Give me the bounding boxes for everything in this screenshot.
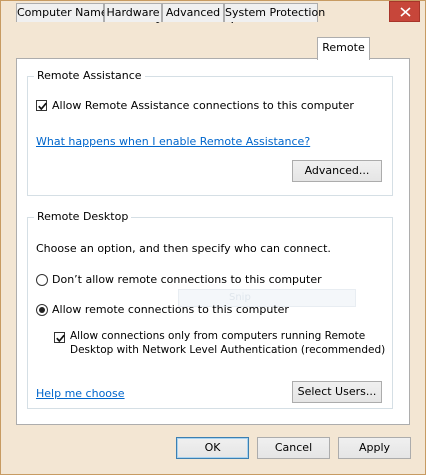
apply-button[interactable]: Apply [338, 437, 411, 459]
remote-assistance-group: Remote Assistance Allow Remote Assistanc… [27, 69, 393, 196]
remote-desktop-group: Remote Desktop Choose an option, and the… [27, 210, 393, 409]
checkmark-icon [38, 102, 47, 111]
help-me-choose-link[interactable]: Help me choose [36, 387, 125, 400]
allow-remote-assistance-label[interactable]: Allow Remote Assistance connections to t… [52, 99, 354, 112]
nla-only-label-line2[interactable]: Desktop with Network Level Authenticatio… [70, 344, 385, 356]
checkmark-icon [56, 334, 65, 343]
radio-selected-dot [39, 307, 45, 313]
allow-remote-radio[interactable] [36, 304, 48, 316]
remote-desktop-instructions: Choose an option, and then specify who c… [36, 242, 331, 255]
tab-hardware[interactable]: Hardware [104, 3, 162, 22]
tab-computer-name[interactable]: Computer Name [16, 3, 108, 22]
advanced-button[interactable]: Advanced... [292, 160, 382, 182]
dont-allow-remote-radio[interactable] [36, 274, 48, 286]
select-users-button[interactable]: Select Users... [292, 381, 382, 403]
ok-button[interactable]: OK [176, 437, 249, 459]
tab-advanced[interactable]: Advanced [162, 3, 224, 22]
close-icon [400, 7, 411, 17]
nla-only-checkbox[interactable] [54, 332, 65, 343]
remote-desktop-group-label: Remote Desktop [34, 210, 132, 223]
snip-overlay-text: Snip [229, 292, 251, 303]
allow-remote-label[interactable]: Allow remote connections to this compute… [52, 303, 289, 316]
allow-remote-assistance-checkbox[interactable] [36, 100, 47, 111]
remote-assistance-help-link[interactable]: What happens when I enable Remote Assist… [36, 135, 310, 148]
cancel-button[interactable]: Cancel [257, 437, 330, 459]
remote-assistance-group-label: Remote Assistance [34, 69, 145, 82]
dont-allow-remote-label[interactable]: Don’t allow remote connections to this c… [52, 273, 322, 286]
nla-only-label-line1[interactable]: Allow connections only from computers ru… [70, 330, 365, 342]
tab-system-protection[interactable]: System Protection [224, 3, 325, 22]
close-button[interactable] [389, 1, 420, 22]
remote-tab-page: Remote Assistance Allow Remote Assistanc… [16, 58, 410, 425]
tab-remote[interactable]: Remote [317, 37, 370, 60]
